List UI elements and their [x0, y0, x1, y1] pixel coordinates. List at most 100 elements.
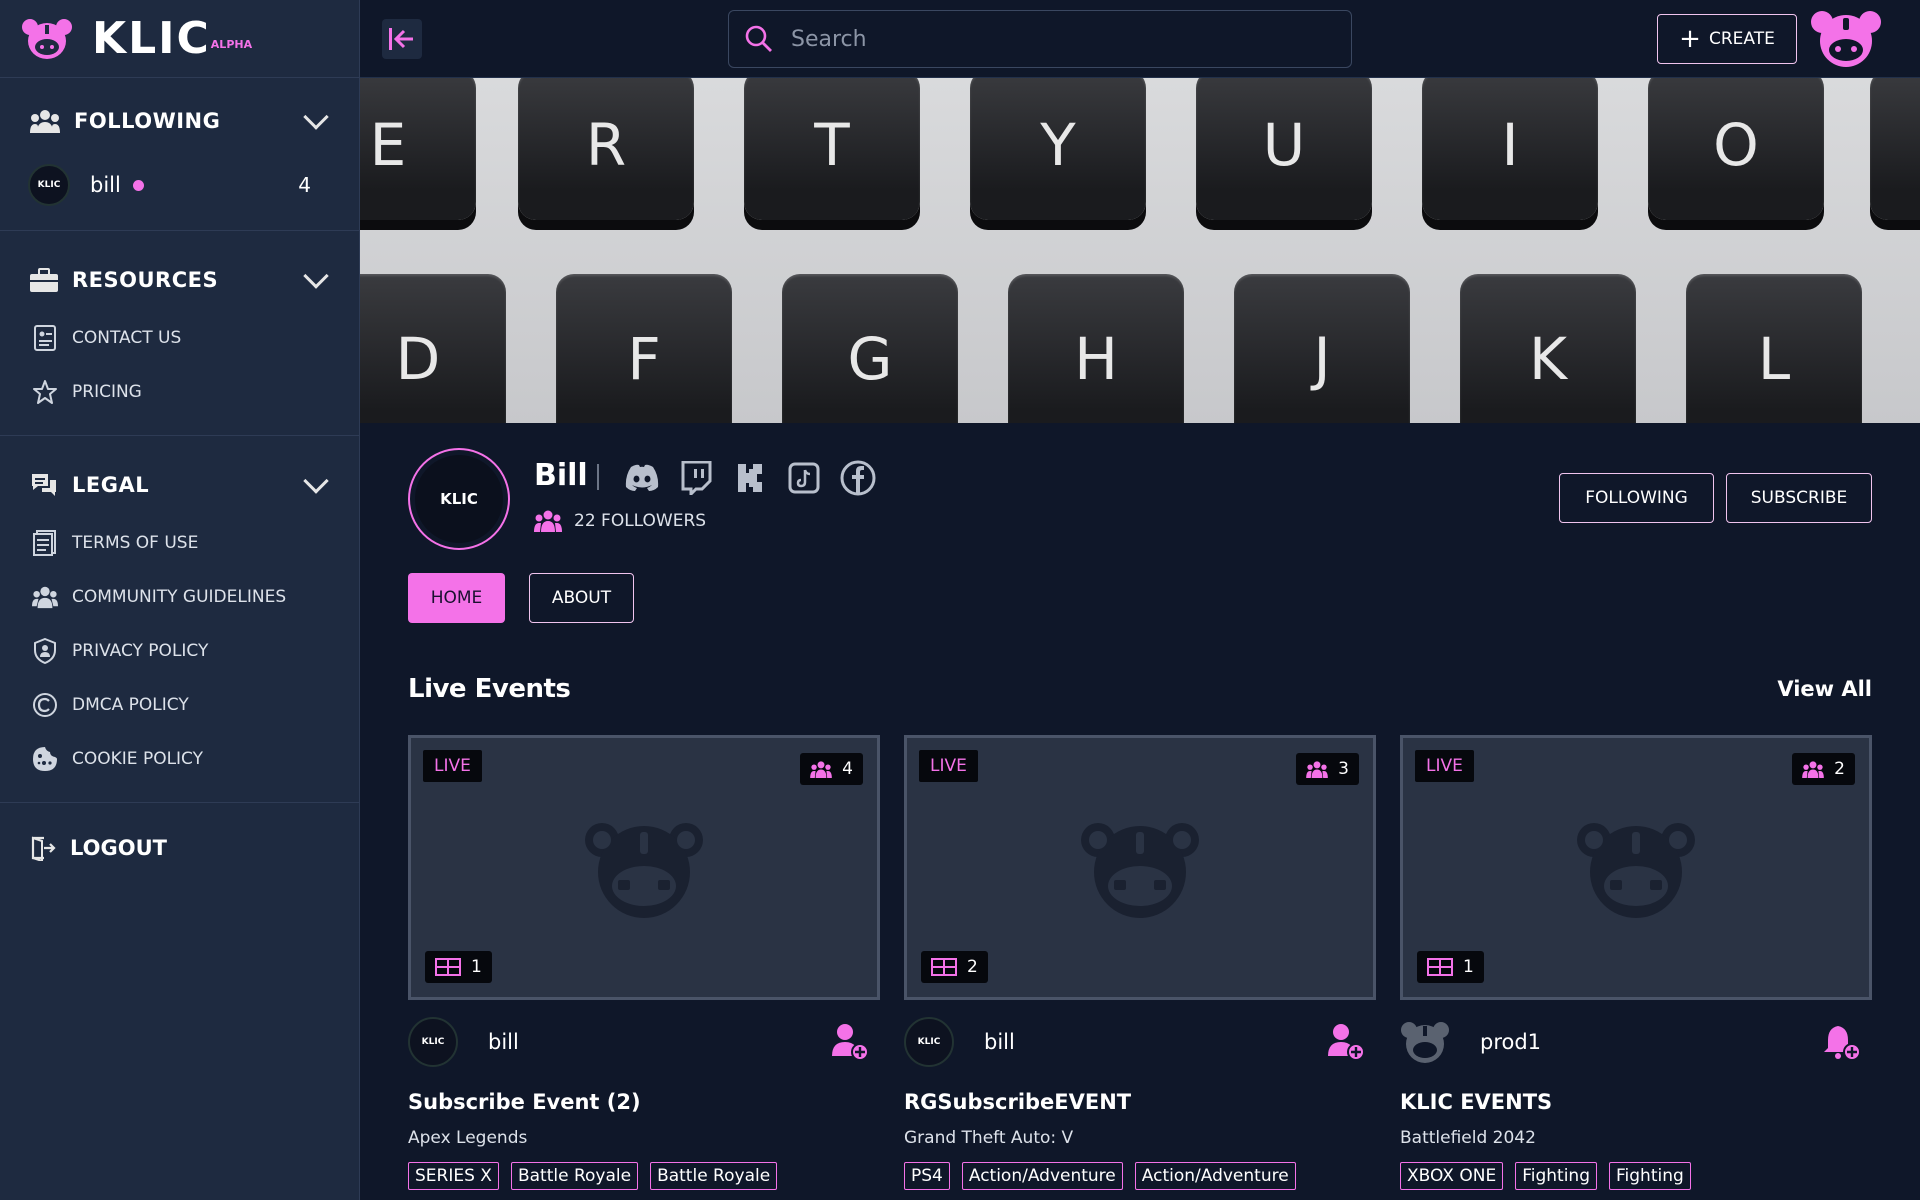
collapse-arrow-icon [389, 28, 413, 50]
search-icon [745, 25, 772, 52]
legal-section: LEGAL TERMS OF USE COMMUNITY GUIDELINES … [0, 436, 359, 803]
follow-user-icon[interactable] [830, 1022, 870, 1062]
topbar: + CREATE [360, 0, 1920, 78]
chevron-down-icon[interactable] [303, 468, 329, 494]
tag[interactable]: SERIES X [408, 1162, 499, 1190]
group-icon [534, 510, 562, 532]
chevron-down-icon[interactable] [303, 263, 329, 289]
sidebar-item-label: DMCA POLICY [72, 695, 189, 715]
event-game: Apex Legends [408, 1128, 528, 1148]
event-thumbnail[interactable]: LIVE 3 2 [904, 735, 1376, 1000]
resources-header[interactable]: RESOURCES [0, 249, 359, 311]
follow-user-icon[interactable] [1326, 1022, 1366, 1062]
avatar: KLIC [28, 164, 70, 206]
search-bar[interactable] [728, 10, 1352, 68]
following-button[interactable]: FOLLOWING [1559, 473, 1714, 523]
following-header[interactable]: FOLLOWING [0, 90, 359, 152]
kick-icon[interactable] [730, 458, 770, 498]
copyright-icon [32, 692, 58, 718]
sidebar-item-terms-of-use[interactable]: TERMS OF USE [0, 516, 359, 570]
screen-count: 1 [1417, 951, 1484, 983]
view-all-link[interactable]: View All [1777, 677, 1872, 701]
bell-plus-icon[interactable] [1822, 1022, 1862, 1062]
event-title[interactable]: Subscribe Event (2) [408, 1090, 880, 1114]
tiktok-icon[interactable] [784, 458, 824, 498]
sidebar-item-community-guidelines[interactable]: COMMUNITY GUIDELINES [0, 570, 359, 624]
document-icon [32, 530, 58, 556]
tag[interactable]: PS4 [904, 1162, 950, 1190]
facebook-icon[interactable] [838, 458, 878, 498]
tag[interactable]: Battle Royale [510, 1162, 639, 1190]
sidebar-item-privacy-policy[interactable]: PRIVACY POLICY [0, 624, 359, 678]
sidebar-item-pricing[interactable]: PRICING [0, 365, 359, 419]
keyboard-key: H [1008, 274, 1184, 423]
profile-banner: E R T Y U I O D F G H J K L [360, 78, 1920, 423]
tag[interactable]: Fighting [1609, 1162, 1691, 1190]
sidebar-item-contact-us[interactable]: CONTACT US [0, 311, 359, 365]
sidebar-item-cookie-policy[interactable]: COOKIE POLICY [0, 732, 359, 786]
twitch-icon[interactable] [676, 458, 716, 498]
sidebar-item-dmca-policy[interactable]: DMCA POLICY [0, 678, 359, 732]
live-badge: LIVE [423, 750, 482, 782]
group-icon [810, 760, 832, 778]
subscribe-button[interactable]: SUBSCRIBE [1726, 473, 1872, 523]
event-card[interactable]: LIVE 3 2 KLIC bill RGSubscribeEVENT Gran… [904, 735, 1376, 1190]
tag[interactable]: XBOX ONE [1400, 1162, 1504, 1190]
event-card[interactable]: LIVE 2 1 prod1 KLIC EVENTS Battlefield 2… [1400, 735, 1872, 1190]
keyboard-key: R [518, 78, 694, 220]
tag[interactable]: Action/Adventure [1134, 1162, 1296, 1190]
viewer-count: 3 [1296, 753, 1359, 785]
viewer-count: 4 [800, 753, 863, 785]
profile-name: Bill [534, 458, 588, 493]
tag[interactable]: Battle Royale [650, 1162, 778, 1190]
logout-label: LOGOUT [70, 836, 167, 860]
host-name[interactable]: prod1 [1480, 1030, 1541, 1054]
briefcase-icon [30, 268, 58, 292]
chevron-down-icon[interactable] [303, 104, 329, 130]
event-thumbnail[interactable]: LIVE 4 1 [408, 735, 880, 1000]
avatar[interactable]: KLIC [904, 1017, 954, 1067]
legal-header[interactable]: LEGAL [0, 454, 359, 516]
create-button[interactable]: + CREATE [1657, 14, 1797, 64]
host-name[interactable]: bill [488, 1030, 519, 1054]
group-icon [1306, 760, 1328, 778]
tag[interactable]: Fighting [1515, 1162, 1597, 1190]
keyboard-key: T [744, 78, 920, 220]
plus-icon: + [1679, 24, 1701, 54]
keyboard-key: L [1686, 274, 1862, 423]
legal-title: LEGAL [72, 473, 150, 497]
host-row: prod1 [1400, 1012, 1872, 1072]
avatar[interactable] [1400, 1019, 1450, 1065]
avatar-text: KLIC [440, 490, 478, 508]
user-avatar-icon[interactable] [1810, 8, 1882, 70]
viewer-count: 2 [1792, 753, 1855, 785]
keyboard-key: K [1460, 274, 1636, 423]
following-item-bill[interactable]: KLIC bill 4 [0, 152, 359, 218]
event-title[interactable]: KLIC EVENTS [1400, 1090, 1872, 1114]
host-row: KLIC bill [904, 1012, 1376, 1072]
logo[interactable]: KLIC ALPHA [0, 0, 359, 78]
keyboard-key: O [1648, 78, 1824, 220]
event-title[interactable]: RGSubscribeEVENT [904, 1090, 1376, 1114]
klic-placeholder-icon [1081, 822, 1199, 918]
logout-button[interactable]: LOGOUT [0, 813, 359, 883]
tab-home[interactable]: HOME [408, 573, 505, 623]
tag[interactable]: Action/Adventure [961, 1162, 1123, 1190]
event-card[interactable]: LIVE 4 1 KLIC bill Subscribe Event (2) A… [408, 735, 880, 1190]
tab-about[interactable]: ABOUT [529, 573, 634, 623]
event-thumbnail[interactable]: LIVE 2 1 [1400, 735, 1872, 1000]
event-tags: XBOX ONE Fighting Fighting [1400, 1162, 1872, 1190]
avatar[interactable]: KLIC [408, 1017, 458, 1067]
collapse-sidebar-button[interactable] [382, 19, 422, 59]
profile-avatar: KLIC [408, 448, 510, 550]
search-input[interactable] [791, 26, 1331, 52]
sidebar-item-label: COOKIE POLICY [72, 749, 204, 769]
host-name[interactable]: bill [984, 1030, 1015, 1054]
sidebar-item-label: TERMS OF USE [72, 533, 199, 553]
section-title-live-events: Live Events [408, 674, 571, 704]
sidebar-item-label: PRICING [72, 382, 142, 402]
keyboard-key: Y [970, 78, 1146, 220]
sidebar-item-label: PRIVACY POLICY [72, 641, 209, 661]
discord-icon[interactable] [622, 458, 662, 498]
sidebar-item-label: COMMUNITY GUIDELINES [72, 587, 287, 607]
